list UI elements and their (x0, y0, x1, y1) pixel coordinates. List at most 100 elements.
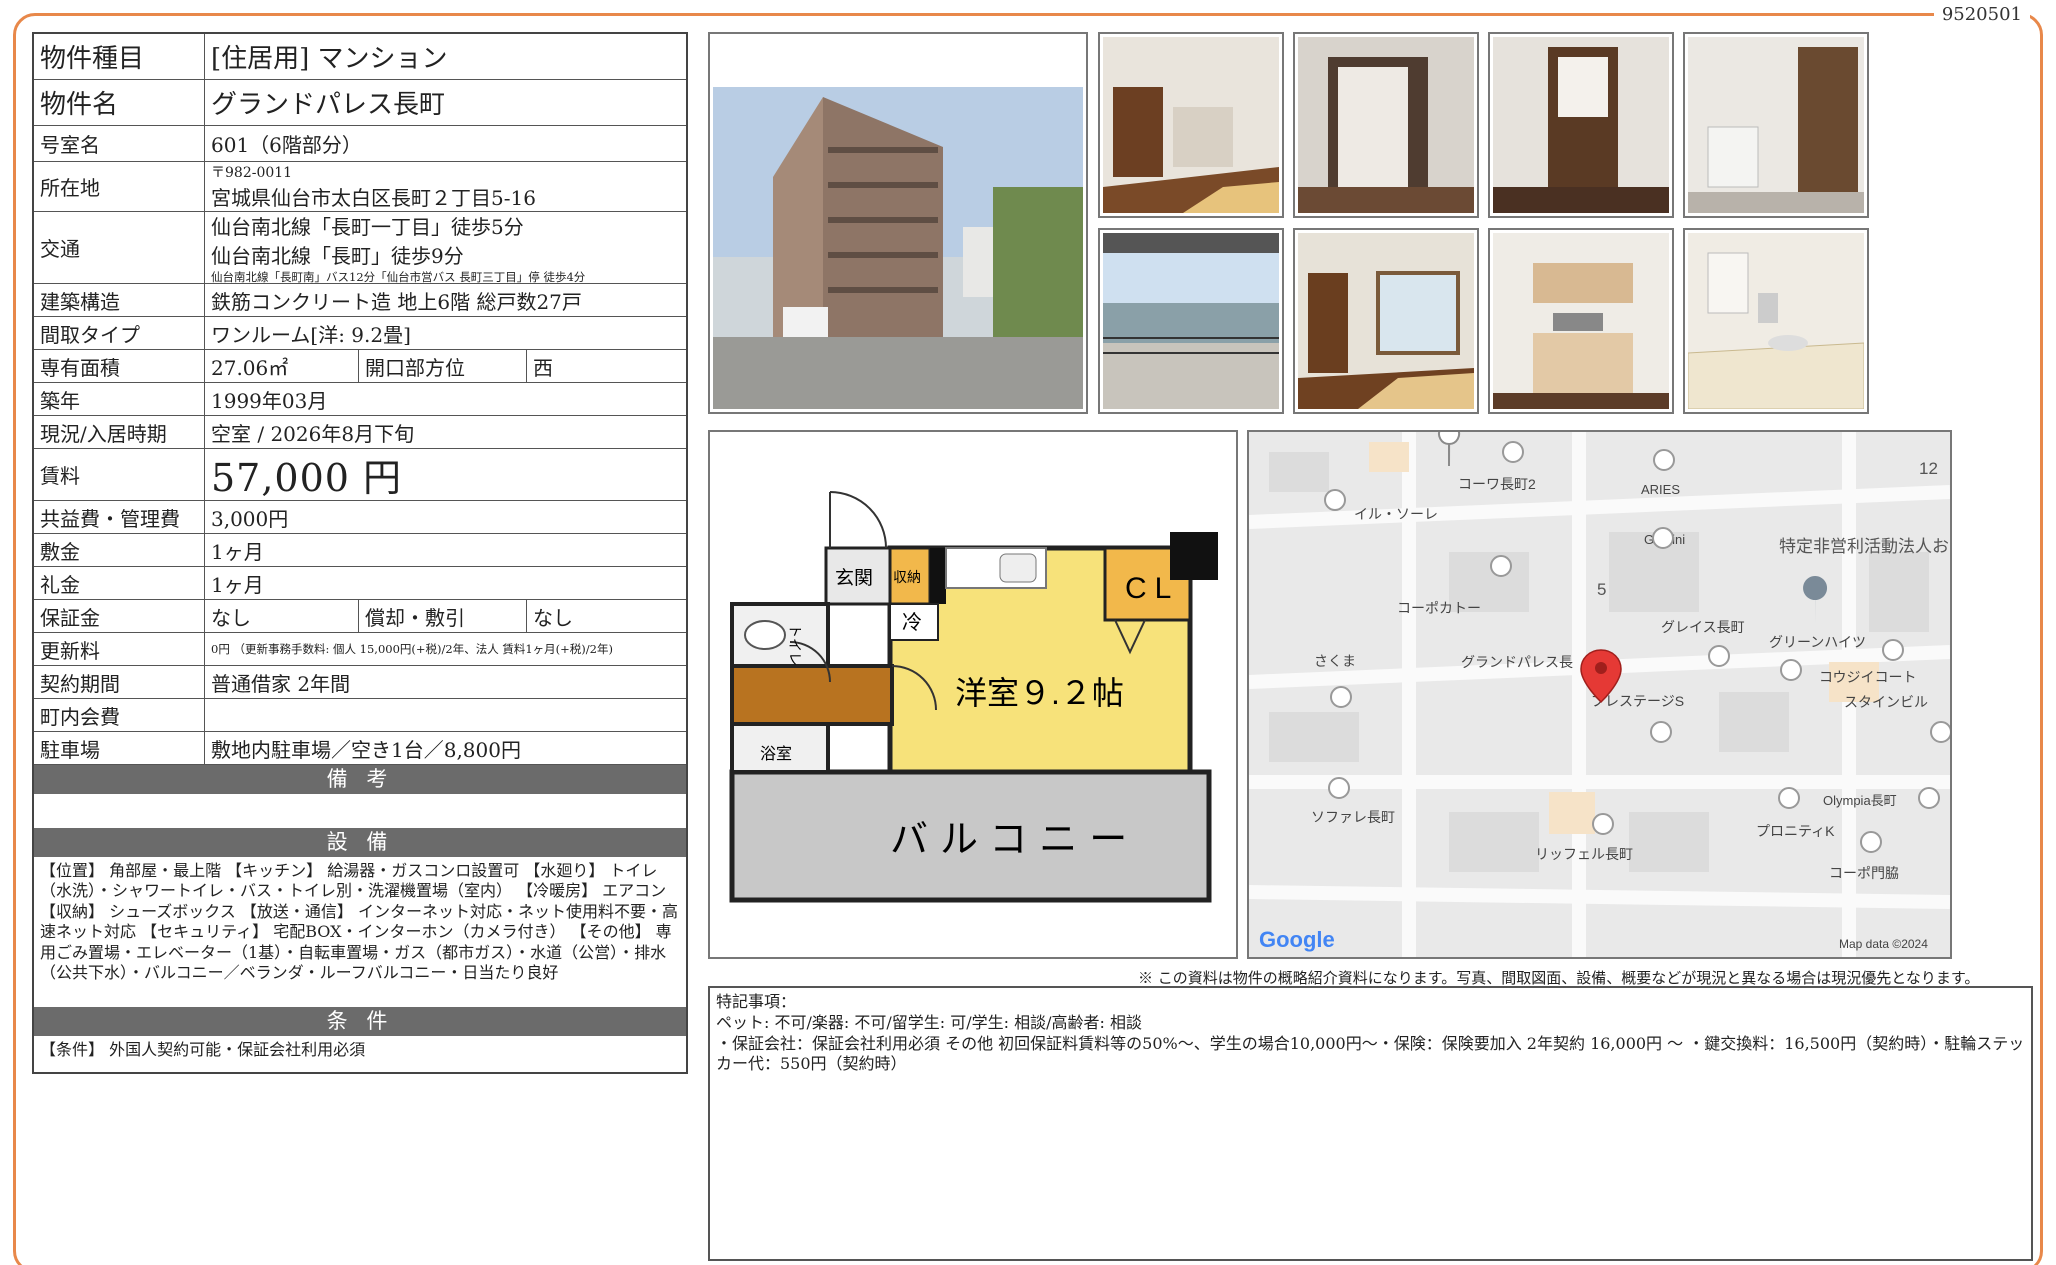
name-value: グランドパレス長町 (211, 90, 446, 120)
structure-label: 建築構造 (34, 284, 205, 316)
transit-line-3: 仙台南北線「長町南」バス12分「仙台市営バス 長町三丁目」停 徒歩4分 (211, 269, 586, 284)
map-place-13: スタインビル (1844, 694, 1928, 710)
row-structure: 建築構造 鉄筋コンクリート造 地上6階 総戸数27戸 (34, 284, 686, 317)
bathroom-photo (1683, 228, 1869, 414)
remarks-body (34, 794, 686, 828)
toilet-label: トイレ (787, 624, 803, 666)
row-area: 専有面積 27.06㎡ 開口部方位 西 (34, 350, 686, 383)
map-place-2: ARIES (1641, 482, 1680, 497)
interior-photo-2 (1293, 32, 1479, 218)
row-rent: 賃料 57,000 円 (34, 449, 686, 501)
address-value-cell: 〒982-0011 宮城県仙台市太白区長町２丁目5-16 (205, 162, 686, 211)
fridge-label: 冷 (902, 611, 922, 634)
type-label: 物件種目 (34, 34, 205, 79)
equipment-header: 設 備 (34, 828, 686, 857)
room-value: 601（6階部分） (211, 133, 362, 157)
assoc-label: 町内会費 (34, 699, 205, 731)
fee-value: 3,000円 (211, 506, 289, 531)
map-place-17: リッフェル長町 (1535, 846, 1633, 862)
map-place-3: イル・ソーレ (1354, 506, 1438, 522)
contract-label: 契約期間 (34, 666, 205, 698)
row-address: 所在地 〒982-0011 宮城県仙台市太白区長町２丁目5-16 (34, 162, 686, 212)
row-contract: 契約期間 普通借家 2年間 (34, 666, 686, 699)
location-map[interactable]: コーワ長町2 ARIES イル・ソーレ Gemini 特定非営利活動法人おりざの… (1247, 430, 1952, 959)
row-deposit: 敷金 1ヶ月 (34, 534, 686, 567)
address-label: 所在地 (34, 162, 205, 211)
type-value: [住居用] マンション (211, 44, 448, 74)
row-status: 現況/入居時期 空室 / 2026年8月下旬 (34, 416, 686, 449)
spec-table: 物件種目 [住居用] マンション 物件名 グランドパレス長町 号室名 601（6… (32, 32, 688, 1074)
built-label: 築年 (34, 383, 205, 415)
map-place-10: グランドパレス長 (1461, 654, 1573, 670)
guarantee-label: 保証金 (34, 600, 205, 632)
renewal-label: 更新料 (34, 633, 205, 665)
balcony-photo (1098, 228, 1284, 414)
map-block-5: 5 (1597, 580, 1606, 599)
deposit-label: 敷金 (34, 534, 205, 566)
guarantee-value: なし (205, 600, 359, 632)
floor-plan: 玄関 収納 トイレ 冷 CL 浴室 洋室９.２帖 バルコニー (708, 430, 1238, 959)
map-place-14: ソファレ長町 (1311, 809, 1395, 825)
row-parking: 駐車場 敷地内駐車場／空き1台／8,800円 (34, 732, 686, 765)
row-transit: 交通 仙台南北線「長町一丁目」徒歩5分 仙台南北線「長町」徒歩9分 仙台南北線「… (34, 212, 686, 284)
transit-label: 交通 (34, 212, 205, 283)
keymoney-value: 1ヶ月 (211, 572, 264, 597)
balcony-label: バルコニー (890, 819, 1139, 861)
conditions-body: 【条件】 外国人契約可能・保証会社利用必須 (40, 1040, 366, 1059)
amort-value: なし (533, 605, 573, 630)
name-label: 物件名 (34, 80, 205, 125)
row-type: 物件種目 [住居用] マンション (34, 34, 686, 80)
special-remarks-box: 特記事項： ペット: 不可/楽器: 不可/留学生: 可/学生: 相談/高齢者: … (708, 986, 2033, 1261)
special-remarks-line-1: ペット: 不可/楽器: 不可/留学生: 可/学生: 相談/高齢者: 相談 (716, 1012, 1142, 1032)
status-label: 現況/入居時期 (34, 416, 205, 448)
deposit-value: 1ヶ月 (211, 539, 264, 564)
map-place-7: グレイス長町 (1661, 619, 1745, 635)
map-place-1: コーワ長町2 (1458, 476, 1536, 492)
storage-label: 収納 (893, 569, 921, 585)
guarantee-cell: なし 償却・敷引 なし (205, 600, 686, 632)
row-fee: 共益費・管理費 3,000円 (34, 501, 686, 534)
genkan-label: 玄関 (835, 567, 873, 589)
interior-photo-1 (1098, 32, 1284, 218)
assoc-value (205, 699, 686, 731)
map-place-8: グリーンハイツ (1769, 634, 1866, 650)
rent-value: 57,000 円 (211, 456, 403, 500)
interior-photo-5 (1293, 228, 1479, 414)
area-cell: 27.06㎡ 開口部方位 西 (205, 350, 686, 382)
remarks-header: 備 考 (34, 765, 686, 794)
room-label: 洋室９.２帖 (955, 675, 1124, 711)
row-name: 物件名 グランドパレス長町 (34, 80, 686, 126)
building-exterior-photo (708, 32, 1088, 414)
contract-value: 普通借家 2年間 (211, 671, 351, 696)
direction-label: 開口部方位 (359, 350, 527, 382)
google-logo: Google (1259, 927, 1335, 952)
area-value: 27.06㎡ (205, 350, 359, 382)
address-value: 宮城県仙台市太白区長町２丁目5-16 (211, 186, 536, 210)
map-place-6: コーポカトー (1397, 600, 1481, 616)
keymoney-label: 礼金 (34, 567, 205, 599)
bath-label: 浴室 (760, 745, 792, 763)
map-place-15: Olympia長町 (1823, 793, 1897, 808)
conditions-header: 条 件 (34, 1007, 686, 1036)
interior-photo-4 (1683, 32, 1869, 218)
layout-label: 間取タイプ (34, 317, 205, 349)
row-layout: 間取タイプ ワンルーム[洋: 9.2畳] (34, 317, 686, 350)
layout-value: ワンルーム[洋: 9.2畳] (211, 322, 411, 347)
row-built: 築年 1999年03月 (34, 383, 686, 416)
transit-line-1: 仙台南北線「長町一丁目」徒歩5分 (211, 214, 524, 239)
map-place-16: プロニティK (1756, 823, 1835, 839)
map-place-9: さくま (1314, 653, 1356, 669)
room-label: 号室名 (34, 126, 205, 161)
row-keymoney: 礼金 1ヶ月 (34, 567, 686, 600)
map-block-12: 12 (1919, 459, 1938, 478)
amort-label: 償却・敷引 (359, 600, 527, 632)
row-assoc: 町内会費 (34, 699, 686, 732)
disclaimer-note: ※ この資料は物件の概略紹介資料になります。写真、間取図面、設備、概要などが現況… (1138, 969, 1980, 987)
structure-value: 鉄筋コンクリート造 地上6階 総戸数27戸 (211, 289, 582, 314)
row-room: 号室名 601（6階部分） (34, 126, 686, 162)
parking-value: 敷地内駐車場／空き1台／8,800円 (211, 737, 521, 762)
equipment-body: 【位置】 角部屋・最上階 【キッチン】 給湯器・ガスコンロ設置可 【水廻り】 ト… (40, 861, 678, 983)
address-zip: 〒982-0011 (211, 165, 293, 181)
renewal-value: 0円 （更新事務手数料: 個人 15,000円(+税)/2年、法人 賃料1ヶ月(… (211, 642, 613, 656)
map-place-12: コウジイコート (1819, 669, 1916, 685)
